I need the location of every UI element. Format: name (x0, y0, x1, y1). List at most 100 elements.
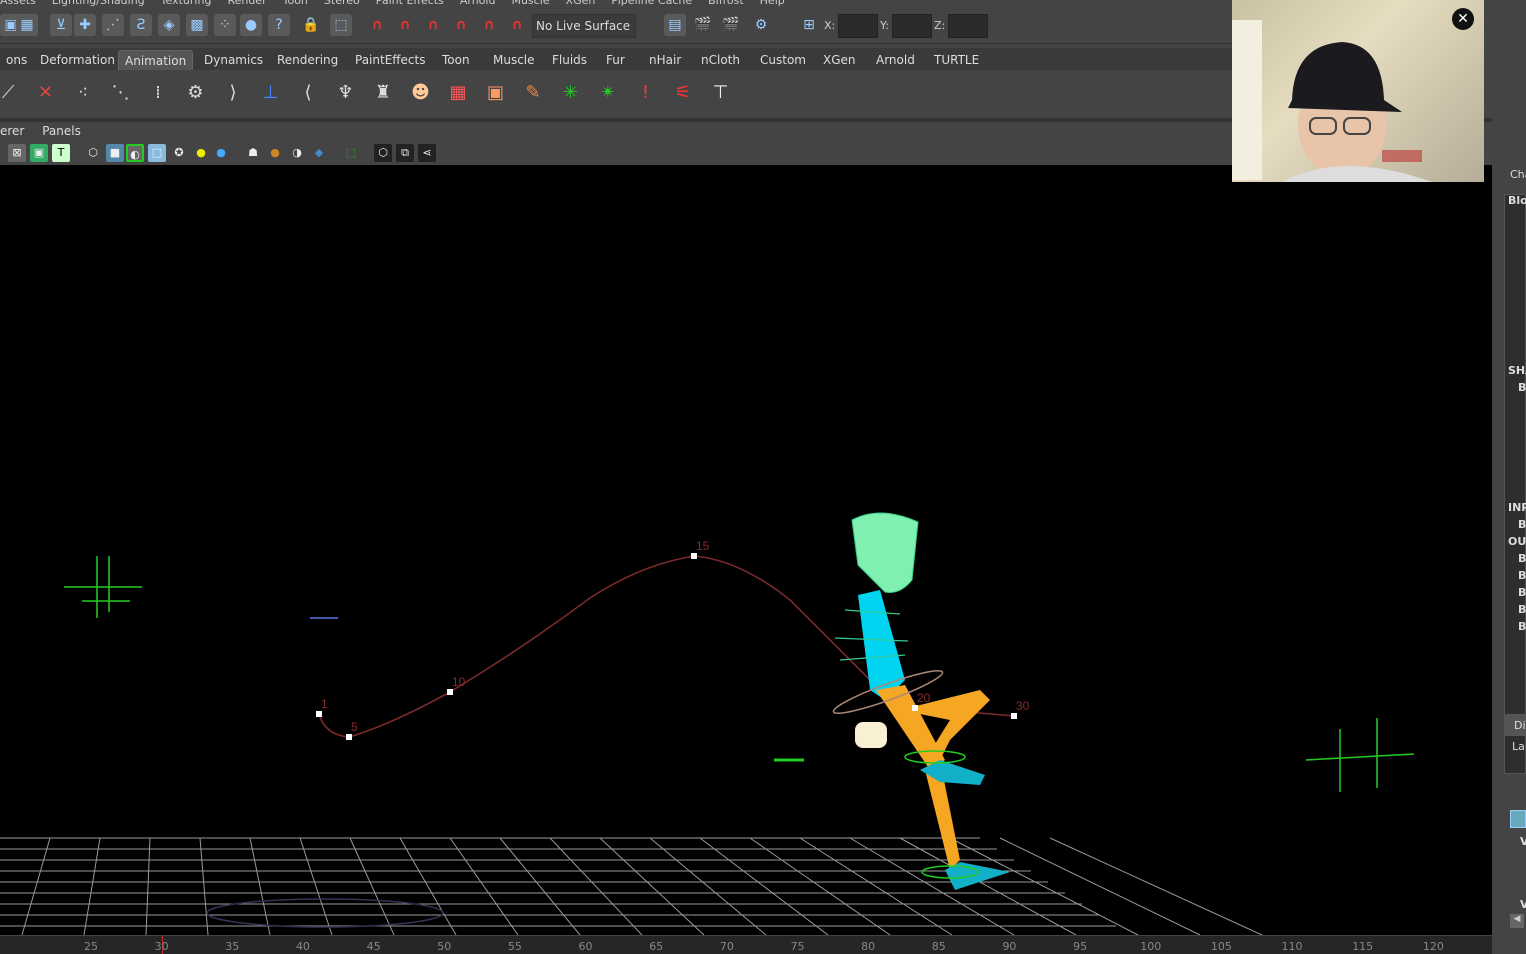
remove-joint-icon[interactable]: ⊥ (257, 78, 285, 106)
connect-joint-icon[interactable]: ⟩ (219, 78, 247, 106)
highlight-selection-icon[interactable]: ⬚ (330, 14, 352, 36)
menu-toon[interactable]: Toon (283, 0, 308, 7)
select-render-icon[interactable]: ● (240, 14, 262, 36)
default-material-icon[interactable]: □ (148, 144, 166, 162)
wireframe-on-shaded-icon[interactable]: ◐ (126, 144, 144, 162)
shelf-tab-painteffects[interactable]: PaintEffects (349, 50, 431, 70)
wireframe-icon[interactable]: ⬡ (84, 144, 102, 162)
output-item[interactable]: B (1518, 569, 1526, 582)
orient-joint-icon[interactable]: ⚙ (182, 78, 210, 106)
layers-menu[interactable]: La (1512, 740, 1525, 753)
all-lights-icon[interactable]: ● (212, 144, 230, 162)
screen-space-ao-icon[interactable]: ● (266, 144, 284, 162)
motion-path-key[interactable] (316, 711, 322, 717)
node-share-icon[interactable]: ⋖ (418, 144, 436, 162)
lattice-icon[interactable]: ✴ (594, 78, 622, 106)
layer-visibility[interactable]: V (1520, 898, 1526, 911)
blendshape-node[interactable]: Blo (1508, 194, 1526, 207)
snap-point-icon[interactable]: ∩ (422, 14, 444, 36)
keyframe-tangent-icon[interactable]: ⊤ (707, 78, 735, 106)
select-dynamics-icon[interactable]: ⁘ (214, 14, 236, 36)
motion-path-key[interactable] (691, 553, 697, 559)
make-live-icon[interactable]: ∩ (506, 14, 528, 36)
locator-right[interactable] (1305, 718, 1415, 792)
motion-path-key[interactable] (447, 689, 453, 695)
render-settings-icon[interactable]: ⚙ (750, 14, 772, 36)
input-item[interactable]: B (1518, 518, 1526, 531)
select-misc-icon[interactable]: ? (268, 14, 290, 36)
select-deformer-icon[interactable]: ▩ (186, 14, 208, 36)
panels-menu[interactable]: Panels (42, 124, 81, 138)
select-joint-icon[interactable]: ⋰ (102, 14, 124, 36)
shelf-tab-fluids[interactable]: Fluids (546, 50, 593, 70)
menu-stereo[interactable]: Stereo (324, 0, 360, 7)
menu-xgen[interactable]: XGen (566, 0, 596, 7)
select-hierarchy-icon[interactable]: ▦ (16, 14, 38, 36)
output-item[interactable]: B (1518, 586, 1526, 599)
textured-icon[interactable]: ✪ (170, 144, 188, 162)
shelf-tab-arnold[interactable]: Arnold (870, 50, 921, 70)
cluster-icon[interactable]: ✳ (557, 78, 585, 106)
shelf-tab-animation[interactable]: Animation (118, 50, 194, 70)
joint-tool-icon[interactable]: ✕ (32, 78, 60, 106)
menu-muscle[interactable]: Muscle (511, 0, 549, 7)
menu-paint-effects[interactable]: Paint Effects (376, 0, 444, 7)
x-field[interactable] (838, 14, 878, 38)
z-field[interactable] (948, 14, 988, 38)
shelf-tab-nhair[interactable]: nHair (643, 50, 687, 70)
reroot-icon[interactable]: ⟨ (294, 78, 322, 106)
xray-icon[interactable]: ⊠ (8, 144, 26, 162)
set-key-icon[interactable]: ! (632, 78, 660, 106)
snap-surface-icon[interactable]: ∩ (478, 14, 500, 36)
time-slider[interactable]: 25 30 35 40 45 50 55 60 65 70 75 80 85 90 95 100 105 110 1… (0, 936, 1492, 954)
skeleton-body-icon[interactable]: ♜ (369, 78, 397, 106)
locator-left[interactable] (64, 556, 142, 618)
texture-icon[interactable]: ▣ (30, 144, 48, 162)
menu-texturing[interactable]: Texturing (161, 0, 212, 7)
scroll-left-arrow[interactable]: ◀ (1510, 914, 1524, 928)
perspective-viewport[interactable]: 1 5 10 15 20 30 (0, 165, 1492, 938)
snap-grid-icon[interactable]: ∩ (366, 14, 388, 36)
output-item[interactable]: B (1518, 603, 1526, 616)
shape-item[interactable]: B (1518, 381, 1526, 394)
select-surface-icon[interactable]: ◈ (158, 14, 180, 36)
motion-path-key[interactable] (912, 705, 918, 711)
shelf-tab-rendering[interactable]: Rendering (271, 50, 344, 70)
xray-active-icon[interactable]: ⧉ (396, 144, 414, 162)
ik-spline-icon[interactable]: ⋱ (107, 78, 135, 106)
render-frame-icon[interactable]: 🎬 (692, 14, 714, 36)
mirror-joint-icon[interactable]: ⁞ (144, 78, 172, 106)
select-curve-icon[interactable]: Ƨ (130, 14, 152, 36)
menu-lighting-shading[interactable]: Lighting/Shading (52, 0, 145, 7)
default-light-icon[interactable]: ● (192, 144, 210, 162)
layer-visibility[interactable]: V (1520, 835, 1526, 848)
text-icon[interactable]: T (52, 144, 70, 162)
live-surface-field[interactable]: No Live Surface (532, 14, 636, 38)
select-handle-icon[interactable]: ✚ (74, 14, 96, 36)
shelf-tab-custom[interactable]: Custom (754, 50, 812, 70)
menu-help[interactable]: Help (760, 0, 785, 7)
shelf-tab-ons[interactable]: ons (0, 50, 33, 70)
mask-dropdown-icon[interactable]: ⊻ (50, 14, 72, 36)
paint-weights-icon[interactable]: ✎ (519, 78, 547, 106)
shelf-tab-muscle[interactable]: Muscle (487, 50, 541, 70)
snap-curve-icon[interactable]: ∩ (394, 14, 416, 36)
motion-path-key[interactable] (346, 734, 352, 740)
shadows-icon[interactable]: ☗ (244, 144, 262, 162)
display-tab-label[interactable]: Dis (1514, 719, 1526, 732)
y-field[interactable] (892, 14, 932, 38)
menu-render[interactable]: Render (227, 0, 266, 7)
shelf-tab-deformation[interactable]: Deformation (34, 50, 121, 70)
close-icon[interactable]: ✕ (1452, 8, 1474, 30)
motion-path-key[interactable] (1011, 713, 1017, 719)
xray-joints-icon[interactable]: ⬡ (374, 144, 392, 162)
bind-skin-icon[interactable]: ▦ (444, 78, 472, 106)
smooth-shade-icon[interactable]: ■ (106, 144, 124, 162)
lock-icon[interactable]: 🔒 (300, 14, 322, 36)
renderer-menu[interactable]: erer (0, 124, 24, 138)
ipr-render-icon[interactable]: 🎬 (720, 14, 742, 36)
human-ik-icon[interactable]: ♆ (332, 78, 360, 106)
render-view-icon[interactable]: ▤ (664, 14, 686, 36)
menu-pipeline-cache[interactable]: Pipeline Cache (611, 0, 692, 7)
shelf-tab-ncloth[interactable]: nCloth (695, 50, 746, 70)
